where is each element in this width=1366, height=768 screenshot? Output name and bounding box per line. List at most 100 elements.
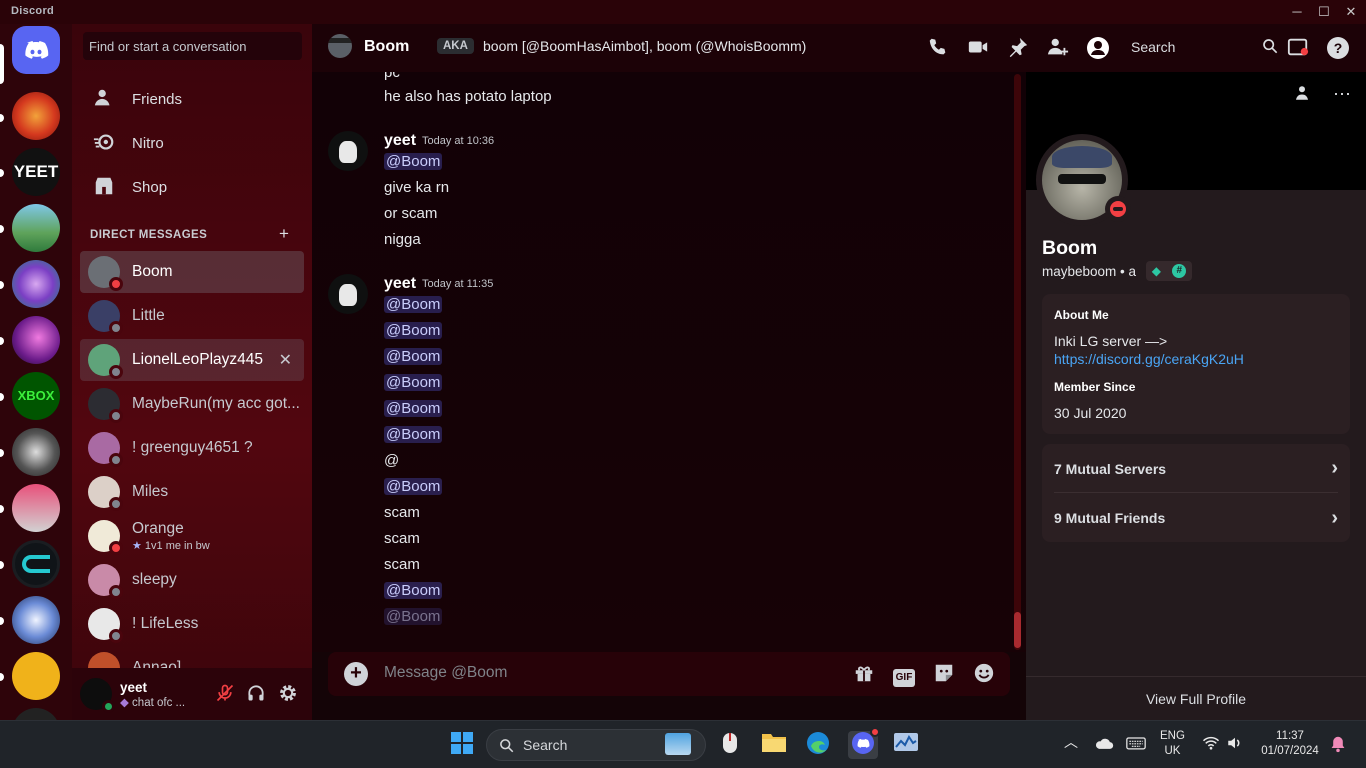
server-icon[interactable] <box>12 204 60 252</box>
profile-add-icon[interactable] <box>1290 84 1314 108</box>
profile-avatar[interactable] <box>1036 134 1131 226</box>
user-profile-icon[interactable] <box>1086 36 1110 60</box>
dm-item-sleepy[interactable]: sleepy <box>80 559 304 601</box>
scrollbar-thumb[interactable] <box>1014 612 1021 648</box>
create-dm-button[interactable]: + <box>279 224 289 244</box>
user-mention[interactable]: @Boom <box>384 400 443 417</box>
dm-item-miles[interactable]: Miles <box>80 471 304 513</box>
taskbar-search-input[interactable]: Search <box>486 729 706 761</box>
wifi-icon[interactable] <box>1202 735 1220 756</box>
notifications-bell-icon[interactable] <box>1330 735 1346 758</box>
header-search-input[interactable]: Search <box>1122 34 1278 60</box>
user-mention[interactable]: @Boom <box>384 296 443 313</box>
close-dm-icon[interactable]: ✕ <box>279 350 292 370</box>
input-language[interactable]: ENG UK <box>1160 729 1185 759</box>
message-input[interactable]: Message @Boom <box>384 664 507 682</box>
view-full-profile-button[interactable]: View Full Profile <box>1026 676 1366 720</box>
discord-taskbar-icon[interactable] <box>848 727 880 759</box>
hypesquad-badge-icon[interactable]: ◆ <box>1152 264 1161 278</box>
search-conversation-input[interactable]: Find or start a conversation <box>83 32 302 60</box>
mute-mic-icon[interactable] <box>214 683 236 705</box>
server-icon[interactable] <box>12 652 60 700</box>
mouse-app-icon[interactable] <box>716 731 744 759</box>
user-mention[interactable]: @Boom <box>384 608 443 625</box>
windows-start-icon[interactable] <box>448 731 476 759</box>
upload-plus-icon[interactable]: + <box>344 662 368 686</box>
nav-nitro[interactable]: Nitro <box>80 122 304 164</box>
user-mention[interactable]: @Boom <box>384 426 443 443</box>
mutual-servers-label: 7 Mutual Servers <box>1054 460 1167 477</box>
home-button[interactable] <box>12 26 60 74</box>
dm-item-greenguy4651[interactable]: ! greenguy4651 ? <box>80 427 304 469</box>
dm-item-lionelleoplayz445[interactable]: LionelLeoPlayz445 ✕ <box>80 339 304 381</box>
server-icon[interactable] <box>12 260 60 308</box>
user-mention[interactable]: @Boom <box>384 153 443 170</box>
dm-item-orange[interactable]: Orange ★ 1v1 me in bw <box>80 515 304 557</box>
help-icon[interactable]: ? <box>1326 36 1350 60</box>
server-icon[interactable] <box>12 316 60 364</box>
gif-icon[interactable]: GIF <box>892 662 916 687</box>
edge-browser-icon[interactable] <box>804 731 832 759</box>
avatar[interactable] <box>328 131 368 171</box>
sticker-icon[interactable] <box>932 662 956 686</box>
message-list[interactable]: pc he also has potato laptop yeet Today … <box>312 72 1026 652</box>
close-window-button[interactable]: ✕ <box>1339 3 1363 20</box>
more-options-icon[interactable]: ⋯ <box>1330 82 1354 106</box>
server-icon[interactable] <box>12 92 60 140</box>
avatar[interactable] <box>80 678 115 713</box>
server-icon[interactable] <box>12 484 60 532</box>
gift-icon[interactable] <box>852 662 876 686</box>
dm-item-mayberun[interactable]: MaybeRun(my acc got... <box>80 383 304 425</box>
message-composer[interactable]: + Message @Boom GIF <box>328 652 1010 696</box>
mutual-friends-row[interactable]: 9 Mutual Friends › <box>1054 494 1338 542</box>
cloud-sync-icon[interactable] <box>1094 735 1114 756</box>
task-manager-icon[interactable] <box>892 731 920 759</box>
dm-custom-status: 1v1 me in bw <box>144 540 210 552</box>
inbox-icon[interactable] <box>1286 36 1310 60</box>
dm-item-boom[interactable]: Boom <box>80 251 304 293</box>
keyboard-icon[interactable] <box>1126 735 1146 756</box>
headphones-icon[interactable] <box>245 683 267 705</box>
nav-shop[interactable]: Shop <box>80 166 304 208</box>
user-mention[interactable]: @Boom <box>384 322 443 339</box>
about-link[interactable]: https://discord.gg/ceraKgK2uH <box>1054 351 1244 367</box>
hashtag-badge-icon[interactable]: # <box>1172 264 1187 278</box>
scrollbar-track[interactable] <box>1014 74 1021 650</box>
unread-indicator <box>0 337 4 345</box>
message-author[interactable]: yeet <box>384 132 416 150</box>
member-since-title: Member Since <box>1054 380 1136 394</box>
minimize-button[interactable]: ─ <box>1285 3 1309 20</box>
pin-icon[interactable] <box>1006 36 1030 60</box>
user-mention[interactable]: @Boom <box>384 582 443 599</box>
server-icon[interactable]: YEET <box>12 148 60 196</box>
nav-friends[interactable]: Friends <box>80 78 304 120</box>
voice-call-icon[interactable] <box>926 36 950 60</box>
emoji-icon[interactable] <box>972 662 996 686</box>
server-icon[interactable]: XBOX <box>12 372 60 420</box>
server-icon[interactable] <box>12 540 60 588</box>
user-mention[interactable]: @Boom <box>384 348 443 365</box>
volume-icon[interactable] <box>1226 735 1244 756</box>
dm-item-lifeless[interactable]: ! LifeLess <box>80 603 304 645</box>
server-icon[interactable] <box>12 428 60 476</box>
add-friends-to-dm-icon[interactable] <box>1046 36 1070 60</box>
message-author[interactable]: yeet <box>384 275 416 293</box>
video-call-icon[interactable] <box>966 36 990 60</box>
show-hidden-icons-icon[interactable]: ︿ <box>1064 735 1078 750</box>
avatar[interactable] <box>328 274 368 314</box>
dm-name: LionelLeoPlayz445 <box>132 351 263 368</box>
clock-date: 01/07/2024 <box>1261 745 1319 757</box>
system-clock[interactable]: 11:37 01/07/2024 <box>1258 729 1322 759</box>
settings-gear-icon[interactable] <box>277 683 299 705</box>
server-icon[interactable] <box>12 708 60 720</box>
dm-item-little[interactable]: Little <box>80 295 304 337</box>
user-mention[interactable]: @Boom <box>384 374 443 391</box>
dm-sidebar: Find or start a conversation Friends Nit… <box>72 24 312 720</box>
maximize-button[interactable]: ☐ <box>1312 3 1336 20</box>
message-timestamp: Today at 11:35 <box>422 278 494 290</box>
user-mention[interactable]: @Boom <box>384 478 443 495</box>
file-explorer-icon[interactable] <box>760 731 788 759</box>
server-icon[interactable] <box>12 596 60 644</box>
mutual-servers-row[interactable]: 7 Mutual Servers › <box>1054 445 1338 493</box>
message-text: scam <box>384 504 420 521</box>
